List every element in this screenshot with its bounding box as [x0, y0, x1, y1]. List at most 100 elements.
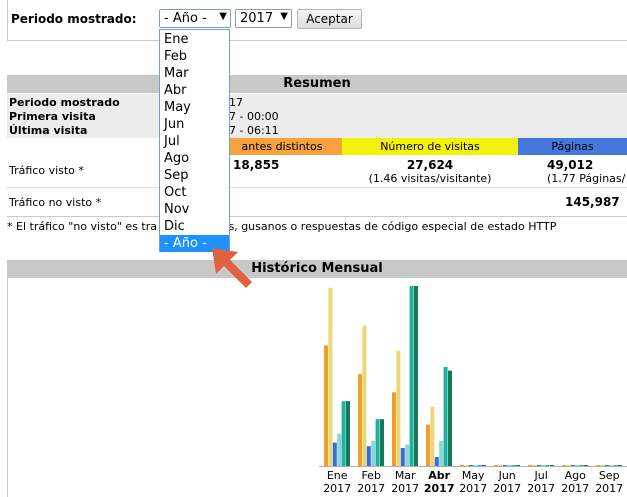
- month-select[interactable]: - Año - ▼: [159, 9, 231, 28]
- period-shown-value: 17: [229, 96, 243, 109]
- chart-bar: [346, 401, 350, 466]
- chart-bar: [575, 465, 580, 466]
- dropdown-option[interactable]: Mar: [160, 65, 229, 82]
- chart-bar: [426, 424, 430, 466]
- chart-bar: [464, 465, 469, 466]
- chart-bar: [443, 367, 448, 466]
- chart-bar: [434, 457, 439, 466]
- chart-bar: [596, 465, 600, 466]
- col-pages-header: Páginas: [518, 138, 627, 155]
- year-select[interactable]: 2017 ▼: [235, 9, 292, 28]
- col-visits-header: Número de visitas: [342, 138, 518, 155]
- dropdown-option[interactable]: Feb: [160, 48, 229, 65]
- seen-traffic-label: Tráfico visto *: [9, 164, 84, 177]
- year-select-value: 2017: [240, 11, 274, 26]
- dropdown-option[interactable]: Ene: [160, 31, 229, 48]
- col-visitors-header: antes distintos: [222, 138, 342, 155]
- chart-bar: [516, 465, 520, 466]
- chart-bar: [498, 465, 503, 466]
- chart-bar: [448, 370, 452, 466]
- unseen-pages-value: 145,987: [565, 195, 620, 209]
- chart-bar: [562, 465, 566, 466]
- footnote: * El tráfico "no visto" es tra do por ro…: [7, 220, 557, 233]
- dropdown-option[interactable]: Jun: [160, 116, 229, 133]
- chart-bar: [409, 286, 414, 466]
- dropdown-option[interactable]: Sep: [160, 167, 229, 184]
- chart-bar: [468, 465, 473, 466]
- monthly-history-chart: Ene 2017 Feb 2017 Mar 2017 Abr 2017 May 2017 Jun 20…: [7, 278, 627, 497]
- chart-bar: [566, 465, 571, 466]
- month-tick-label: Jun: [498, 469, 516, 482]
- year-tick-label: 2017: [527, 482, 555, 495]
- chevron-down-icon: ▼: [280, 11, 288, 22]
- chart-bar: [439, 440, 444, 466]
- dropdown-option[interactable]: May: [160, 99, 229, 116]
- seen-pages-value: 49,012: [547, 158, 594, 172]
- seen-visitors-value: 18,855: [233, 158, 280, 172]
- month-tick-label: Ago: [565, 469, 587, 482]
- chart-bar: [494, 465, 498, 466]
- seen-traffic-row: Tráfico visto * 18,855 27,624 (1.46 visi…: [7, 155, 627, 188]
- period-bar: Periodo mostrado: - Año - ▼ 2017 ▼ Acept…: [7, 0, 627, 41]
- seen-pages-sub: (1.77 Páginas/: [547, 172, 626, 185]
- chart-bar: [337, 433, 342, 466]
- period-label: Periodo mostrado:: [11, 12, 137, 26]
- dropdown-option[interactable]: Ago: [160, 150, 229, 167]
- dropdown-option[interactable]: Jul: [160, 133, 229, 150]
- chart-bar: [584, 465, 588, 466]
- chart-bar: [609, 465, 614, 466]
- month-tick-label: Jul: [534, 469, 548, 482]
- year-tick-label: 2017: [357, 482, 385, 495]
- month-tick-label: Sep: [599, 469, 620, 482]
- pointer-arrow-icon: [212, 248, 252, 288]
- chart-bar: [507, 465, 512, 466]
- month-tick-label: Feb: [361, 469, 380, 482]
- chart-bar: [430, 406, 435, 466]
- summary-header: Resumen: [7, 75, 627, 93]
- accept-button[interactable]: Aceptar: [297, 9, 362, 29]
- summary-info: Periodo mostrado Primera visita Última v…: [7, 94, 627, 138]
- chart-bar: [366, 446, 371, 466]
- month-tick-label: May: [462, 469, 485, 482]
- chart-bar: [473, 465, 478, 466]
- chevron-down-icon: ▼: [219, 11, 227, 22]
- chart-bar: [600, 465, 605, 466]
- first-visit-value: 7 - 00:00: [229, 110, 279, 123]
- chart-bar: [460, 465, 464, 466]
- chart-bar: [532, 465, 537, 466]
- chart-bar: [396, 350, 401, 466]
- seen-visits-sub: (1.46 visitas/visitante): [368, 172, 492, 185]
- unseen-traffic-row: Tráfico no visto * 145,987: [7, 188, 627, 217]
- year-tick-label: 2017: [424, 482, 455, 495]
- chart-bar: [328, 287, 333, 466]
- last-visit-label: Última visita: [9, 124, 88, 137]
- chart-bar: [613, 465, 618, 466]
- chart-bar: [604, 465, 609, 466]
- unseen-traffic-label: Tráfico no visto *: [9, 196, 102, 209]
- chart-bar: [570, 465, 575, 466]
- seen-visits-value: 27,624: [406, 158, 454, 172]
- chart-bar: [536, 465, 541, 466]
- dropdown-option[interactable]: Abr: [160, 82, 229, 99]
- month-tick-label: Mar: [395, 469, 416, 482]
- chart-bar: [362, 325, 367, 466]
- year-tick-label: 2017: [595, 482, 623, 495]
- chart-bar: [371, 440, 376, 466]
- month-select-value: - Año -: [164, 11, 207, 26]
- dropdown-option[interactable]: Nov: [160, 201, 229, 218]
- chart-bar: [400, 448, 405, 466]
- chart-bar: [414, 286, 418, 466]
- last-visit-value: 7 - 06:11: [229, 124, 279, 137]
- chart-bar: [482, 465, 486, 466]
- chart-bar: [358, 374, 362, 466]
- dropdown-option[interactable]: Oct: [160, 184, 229, 201]
- chart-bar: [511, 465, 516, 466]
- year-tick-label: 2017: [561, 482, 589, 495]
- chart-bar: [332, 442, 337, 466]
- first-visit-label: Primera visita: [9, 110, 96, 123]
- history-header: Histórico Mensual: [7, 260, 627, 278]
- dropdown-option[interactable]: Dic: [160, 218, 229, 235]
- chart-bar: [528, 465, 532, 466]
- month-dropdown-list[interactable]: Ene Feb Mar Abr May Jun Jul Ago Sep Oct Nov Dic - Añ…: [159, 29, 230, 252]
- chart-bar: [375, 419, 380, 466]
